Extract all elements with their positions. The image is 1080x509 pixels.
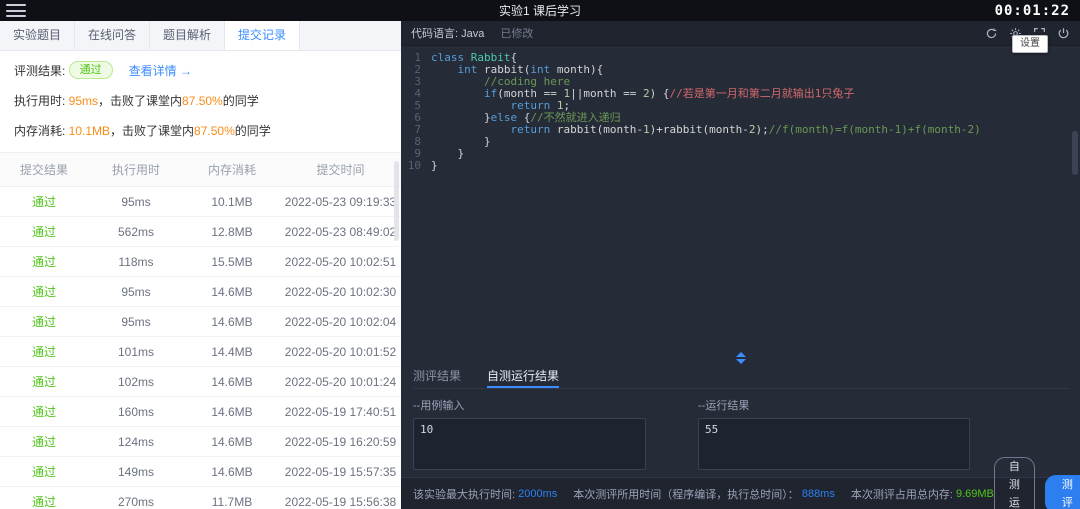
top-bar: 实验1 课后学习 00:01:22 <box>0 0 1080 21</box>
left-tab[interactable]: 题目解析 <box>150 21 226 50</box>
memory-value: 10.1MB <box>68 123 111 138</box>
line-number: 10 <box>407 159 421 172</box>
editor-panel: 代码语言: Java 已修改 设置 1 class Rabbit{2 int ra… <box>401 21 1080 509</box>
modified-label: 已修改 <box>500 28 534 40</box>
runtime-mid: ，击败了课堂内 <box>98 94 183 108</box>
runtime-percent: 87.50% <box>182 93 223 108</box>
testcase-input-label: --用例输入 <box>413 400 465 412</box>
status-segment: 本次测评占用总内存: <box>850 488 956 501</box>
submission-row[interactable]: 通过 102ms 14.6MB 2022-05-20 10:01:24 <box>0 366 401 397</box>
run-result-panel: 测评结果 自测运行结果 --用例输入 10 --运行结果 55 <box>401 365 1080 477</box>
left-tab[interactable]: 在线问答 <box>75 21 151 50</box>
run-output-label: --运行结果 <box>698 400 750 412</box>
testcase-column: --用例输入 10 <box>413 397 646 470</box>
submission-row[interactable]: 通过 160ms 14.6MB 2022-05-19 17:40:51 <box>0 396 401 427</box>
submission-row[interactable]: 通过 149ms 14.6MB 2022-05-19 15:57:35 <box>0 456 401 487</box>
view-detail-link[interactable]: 查看详情 → <box>129 62 192 79</box>
menu-icon[interactable] <box>6 4 26 17</box>
memory-row: 内存消耗: 10.1MB ，击败了课堂内 87.50% 的同学 <box>14 122 387 139</box>
column-header: 执行用时 <box>88 152 184 187</box>
left-tab-bar: 实验题目 在线问答 题目解析 提交记录 <box>0 21 401 51</box>
status-badge: 通过 <box>68 61 113 79</box>
code-editor[interactable]: 1 class Rabbit{2 int rabbit(int month){3 … <box>401 46 1080 351</box>
memory-suffix: 的同学 <box>234 124 271 138</box>
submission-row[interactable]: 通过 124ms 14.6MB 2022-05-19 16:20:59 <box>0 426 401 457</box>
runtime-label: 执行用时: <box>14 94 69 108</box>
testcase-input[interactable]: 10 <box>413 418 646 470</box>
editor-scrollbar[interactable] <box>1072 131 1078 175</box>
runtime-suffix: 的同学 <box>222 94 259 108</box>
status-segment: 888ms <box>801 487 835 500</box>
result-summary: 评测结果: 通过 查看详情 → 执行用时: 95ms ，击败了课堂内 87.50% 的… <box>0 51 401 139</box>
left-panel: 实验题目 在线问答 题目解析 提交记录 评测结果: 通过 查看详情 → 执行用时: 9… <box>0 21 401 509</box>
submission-row[interactable]: 通过 101ms 14.4MB 2022-05-20 10:01:52 <box>0 336 401 367</box>
refresh-icon[interactable] <box>985 27 998 40</box>
page-title: 实验1 课后学习 <box>498 4 582 18</box>
app-window: 实验1 课后学习 00:01:22 实验题目 在线问答 题目解析 提交记录 评测结果:… <box>0 0 1080 509</box>
collapse-arrows-icon[interactable] <box>735 352 746 364</box>
code-line[interactable]: 9 } <box>401 148 1080 160</box>
bottom-tab[interactable]: 测评结果 <box>413 365 461 388</box>
bottom-tab[interactable]: 自测运行结果 <box>487 365 560 388</box>
submission-row[interactable]: 通过 562ms 12.8MB 2022-05-23 08:49:02 <box>0 216 401 247</box>
submission-row[interactable]: 通过 95ms 10.1MB 2022-05-23 09:19:33 <box>0 186 401 217</box>
status-segment: 该实验最大执行时间: <box>413 488 519 501</box>
status-bar: 该实验最大执行时间: 2000ms 本次测评所用时间（程序编译，执行总时间）： 8… <box>401 456 1080 509</box>
code-line[interactable]: 7 return rabbit(month-1)+rabbit(month-2)… <box>401 124 1080 136</box>
run-output-column: --运行结果 55 <box>698 397 970 470</box>
evaluate-button[interactable]: 测评 <box>1044 474 1080 509</box>
editor-toolbar: 代码语言: Java 已修改 <box>401 21 1080 46</box>
power-icon[interactable] <box>1057 27 1070 40</box>
submission-row[interactable]: 通过 95ms 14.6MB 2022-05-20 10:02:30 <box>0 276 401 307</box>
status-segment: 2000ms <box>518 487 558 500</box>
left-tab[interactable]: 提交记录 <box>225 21 301 50</box>
runtime-value: 95ms <box>68 93 99 108</box>
submission-row[interactable]: 通过 118ms 15.5MB 2022-05-20 10:02:51 <box>0 246 401 277</box>
result-row: 评测结果: 通过 查看详情 → <box>14 61 387 79</box>
runtime-row: 执行用时: 95ms ，击败了课堂内 87.50% 的同学 <box>14 92 387 109</box>
memory-label: 内存消耗: <box>14 124 69 138</box>
submission-table: 提交结果 执行用时 内存消耗 提交时间 通过 95ms 10.1MB 2022-05-23 … <box>0 152 401 509</box>
left-tab[interactable]: 实验题目 <box>0 21 76 50</box>
status-segment: 本次测评所用时间（程序编译，执行总时间）： <box>573 488 802 501</box>
memory-mid: ，击败了课堂内 <box>110 124 195 138</box>
column-header: 内存消耗 <box>184 152 280 187</box>
code-line[interactable]: 10} <box>401 160 1080 172</box>
result-label: 评测结果: <box>14 63 69 78</box>
submission-row[interactable]: 通过 95ms 14.6MB 2022-05-20 10:02:04 <box>0 306 401 337</box>
status-buttons: 自测运行 测评 <box>993 456 1080 509</box>
table-header-row: 提交结果 执行用时 内存消耗 提交时间 <box>0 152 401 187</box>
run-output[interactable]: 55 <box>698 418 970 470</box>
self-test-run-button[interactable]: 自测运行 <box>993 456 1035 509</box>
status-segment: 9.69MB <box>955 487 994 500</box>
panel-resize-handle[interactable] <box>401 351 1080 365</box>
submission-row[interactable]: 通过 270ms 11.7MB 2022-05-19 15:56:38 <box>0 486 401 509</box>
left-scrollbar[interactable] <box>394 161 399 241</box>
icon-tooltip: 设置 <box>1012 35 1048 53</box>
code-line[interactable]: 8 } <box>401 136 1080 148</box>
timer: 00:01:22 <box>994 2 1070 19</box>
bottom-tab-bar: 测评结果 自测运行结果 <box>413 365 1068 389</box>
io-row: --用例输入 10 --运行结果 55 <box>413 397 1068 470</box>
language-label: 代码语言: Java <box>411 28 485 40</box>
memory-percent: 87.50% <box>194 123 235 138</box>
column-header: 提交时间 <box>280 152 401 187</box>
column-header: 提交结果 <box>0 152 88 187</box>
status-text: 该实验最大执行时间: 2000ms 本次测评所用时间（程序编译，执行总时间）： 8… <box>413 486 994 502</box>
